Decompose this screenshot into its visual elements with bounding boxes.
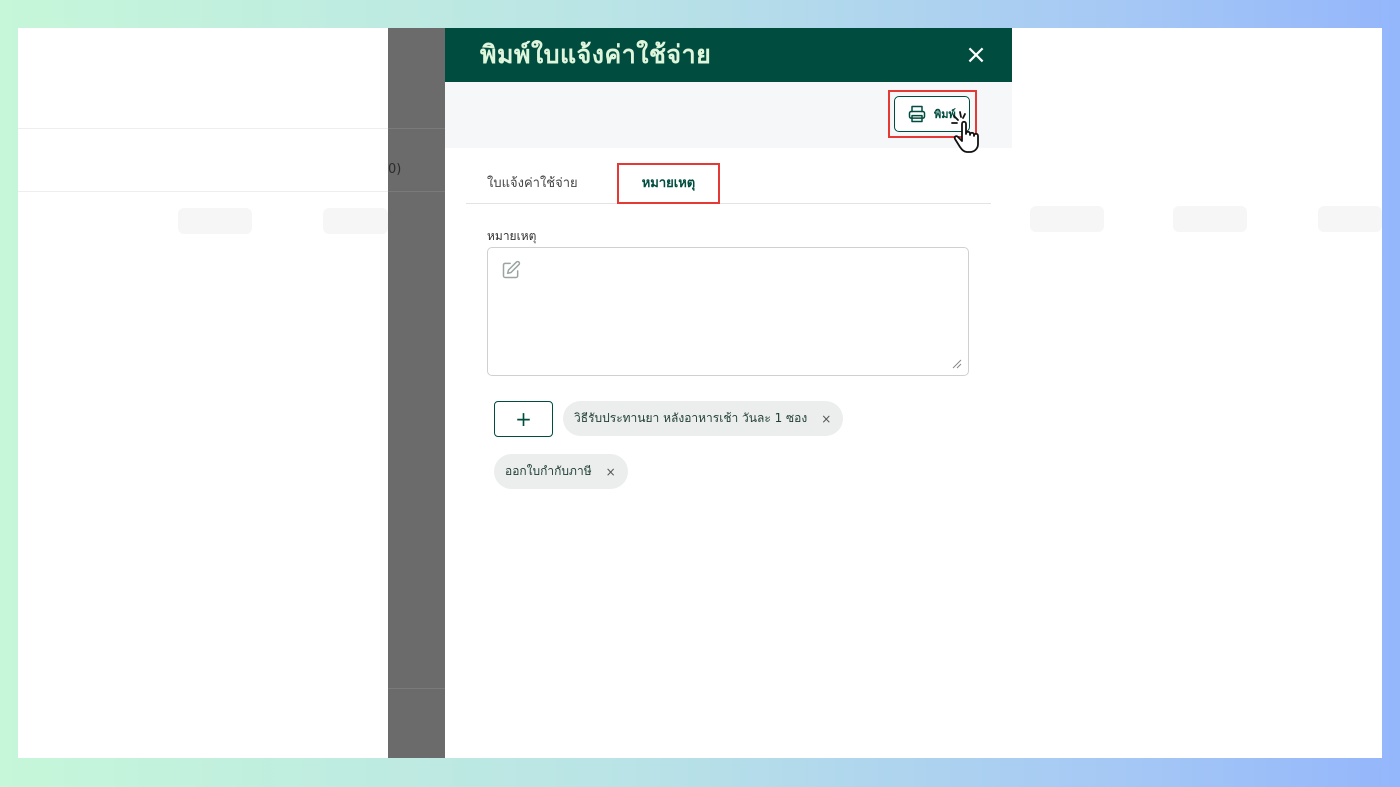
- note-chip: วิธีรับประทานยา หลังอาหารเช้า วันละ 1 ซอ…: [563, 401, 844, 436]
- background-divider: [18, 128, 388, 129]
- panel-title: พิมพ์ใบแจ้งค่าใช้จ่าย: [480, 40, 712, 69]
- modal-backdrop[interactable]: 0): [388, 28, 445, 758]
- background-partial-text: 0): [388, 162, 402, 177]
- tab-note[interactable]: หมายเหตุ: [619, 160, 718, 204]
- note-textarea-container: [487, 247, 969, 376]
- background-ghost-element: [178, 208, 252, 234]
- tab-note-label: หมายเหตุ: [641, 175, 696, 191]
- panel-toolbar: พิมพ์: [445, 82, 1012, 153]
- print-invoice-panel: พิมพ์ใบแจ้งค่าใช้จ่าย × พิมพ์ ใบแจ้งค่าใ…: [445, 28, 1012, 758]
- backdrop-divider: [388, 128, 445, 129]
- note-chip-label[interactable]: ออกใบกำกับภาษี: [505, 462, 592, 481]
- background-ghost-element: [323, 208, 388, 234]
- remove-chip-icon[interactable]: ×: [821, 412, 831, 426]
- note-textarea[interactable]: [488, 248, 968, 375]
- tab-bar: ใบแจ้งค่าใช้จ่าย หมายเหตุ: [466, 160, 991, 204]
- background-ghost-element: [1030, 206, 1104, 232]
- note-chip: ออกใบกำกับภาษี ×: [494, 454, 628, 489]
- backdrop-divider: [388, 191, 445, 192]
- note-field-label: หมายเหตุ: [487, 229, 537, 243]
- hand-pointer-icon: [951, 111, 979, 153]
- tab-invoice-label: ใบแจ้งค่าใช้จ่าย: [487, 175, 578, 191]
- close-button[interactable]: ×: [962, 41, 990, 69]
- backdrop-divider: [388, 688, 445, 689]
- resize-handle-icon[interactable]: [952, 359, 962, 369]
- printer-icon: [908, 105, 926, 123]
- add-note-button[interactable]: +: [494, 401, 553, 437]
- tab-invoice[interactable]: ใบแจ้งค่าใช้จ่าย: [487, 160, 578, 204]
- note-chip-label[interactable]: วิธีรับประทานยา หลังอาหารเช้า วันละ 1 ซอ…: [574, 409, 807, 428]
- background-divider: [18, 191, 388, 192]
- screenshot-frame: 0) พิมพ์ใบแจ้งค่าใช้จ่าย × พิมพ์ ใบแจ้งค…: [18, 28, 1382, 758]
- background-ghost-element: [1173, 206, 1247, 232]
- remove-chip-icon[interactable]: ×: [606, 465, 616, 479]
- background-ghost-element: [1318, 206, 1382, 232]
- panel-header: พิมพ์ใบแจ้งค่าใช้จ่าย ×: [445, 28, 1012, 82]
